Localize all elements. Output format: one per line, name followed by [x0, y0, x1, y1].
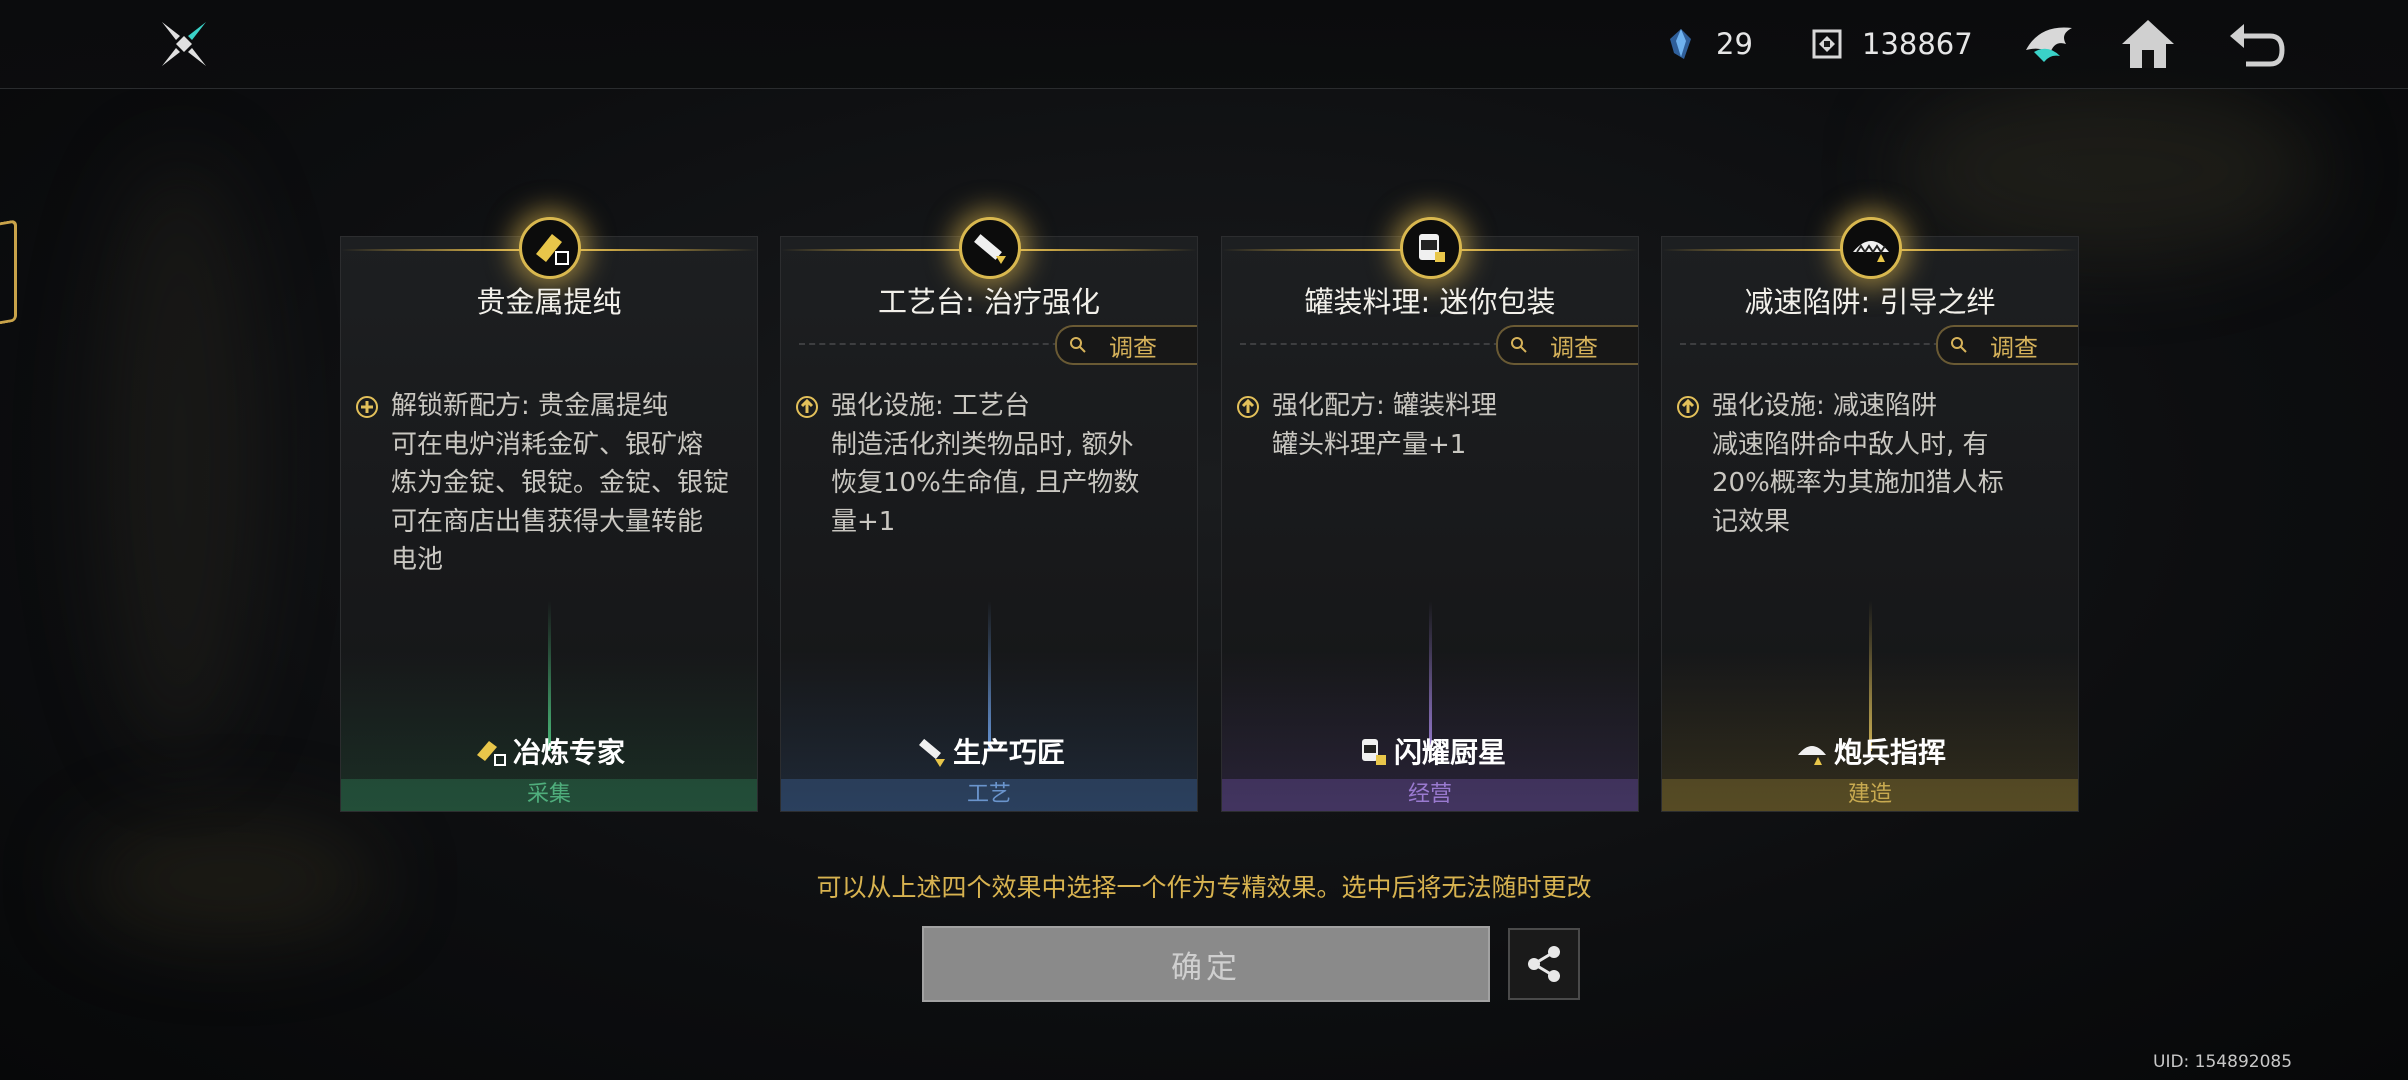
- inspect-label: 调查: [1550, 333, 1598, 362]
- specialization-card-smelting[interactable]: 贵金属提纯 解锁新配方: 贵金属提纯 可在电炉消耗金矿、银矿熔 炼为金锭、银锭。…: [340, 217, 758, 812]
- currency-icon: [1812, 29, 1842, 59]
- light-beam: [1429, 601, 1432, 751]
- canned-food-icon: [1419, 234, 1445, 262]
- smelter-icon: [476, 741, 506, 766]
- light-beam: [1869, 601, 1872, 751]
- category-label: 建造: [1662, 779, 2078, 811]
- craftsman-icon: [918, 738, 945, 767]
- share-icon: [1528, 946, 1560, 982]
- card-description: 强化设施: 工艺台 制造活化剂类物品时, 额外 恢复10%生命值, 且产物数 量…: [796, 387, 1191, 541]
- card-title: 减速陷阱: 引导之绊: [1744, 285, 1996, 319]
- inspect-label: 调查: [1990, 333, 2038, 362]
- role-label: 闪耀厨星: [1222, 731, 1638, 771]
- syringe-icon: [974, 234, 1006, 264]
- category-label: 经营: [1222, 779, 1638, 811]
- upgrade-arrow-icon: [1677, 396, 1699, 418]
- card-title: 工艺台: 治疗强化: [878, 285, 1100, 319]
- upgrade-arrow-icon: [796, 396, 818, 418]
- search-icon: [1951, 337, 1967, 353]
- card-title: 罐装料理: 迷你包装: [1304, 285, 1556, 319]
- desc-line: 恢复10%生命值, 且产物数: [831, 468, 1140, 498]
- divider: [1240, 343, 1510, 345]
- inspect-button[interactable]: 调查: [1055, 325, 1197, 365]
- back-icon[interactable]: [2226, 14, 2286, 74]
- desc-line: 强化配方: 罐装料理: [1272, 391, 1498, 421]
- desc-line: 可在商店出售获得大量转能: [391, 506, 704, 537]
- app-logo-icon[interactable]: [158, 18, 210, 70]
- divider: [1680, 343, 1950, 345]
- specialization-card-cooking[interactable]: 罐装料理: 迷你包装 调查 强化配方: 罐装料理 罐头料理产量+1 闪耀厨星 经…: [1221, 217, 1639, 812]
- plus-circle-icon: [356, 396, 378, 418]
- desc-line: 解锁新配方: 贵金属提纯: [391, 391, 669, 421]
- crystal-count: 29: [1716, 27, 1753, 61]
- desc-line: 制造活化剂类物品时, 额外: [831, 429, 1134, 460]
- card-description: 解锁新配方: 贵金属提纯 可在电炉消耗金矿、银矿熔 炼为金锭、银锭。金锭、银锭 …: [356, 387, 751, 580]
- category-label: 采集: [341, 779, 757, 811]
- selection-hint: 可以从上述四个效果中选择一个作为专精效果。选中后将无法随时更改: [816, 873, 1592, 902]
- desc-line: 减速陷阱命中敌人时, 有: [1712, 429, 1989, 460]
- upgrade-arrow-icon: [1237, 396, 1259, 418]
- card-medal: [519, 217, 581, 279]
- desc-line: 电池: [391, 545, 444, 575]
- home-icon[interactable]: [2118, 14, 2178, 74]
- trap-icon: [1853, 241, 1889, 262]
- currency-count: 138867: [1862, 27, 1973, 61]
- light-beam: [988, 601, 991, 751]
- inspect-label: 调查: [1109, 333, 1157, 362]
- top-bar: 29 138867: [0, 0, 2408, 89]
- role-label: 冶炼专家: [341, 731, 757, 771]
- card-description: 强化设施: 减速陷阱 减速陷阱命中敌人时, 有 20%概率为其施加猎人标 记效果: [1677, 387, 2072, 541]
- share-button[interactable]: [1508, 928, 1580, 1000]
- artillery-icon: [1797, 746, 1826, 765]
- divider: [799, 343, 1069, 345]
- card-title: 贵金属提纯: [476, 285, 622, 319]
- search-icon: [1511, 337, 1527, 353]
- card-medal: [1400, 217, 1462, 279]
- confirm-button[interactable]: 确定: [922, 926, 1490, 1002]
- card-medal: [1840, 217, 1902, 279]
- desc-line: 量+1: [831, 506, 896, 537]
- card-description: 强化配方: 罐装料理 罐头料理产量+1: [1237, 387, 1632, 464]
- role-label: 生产巧匠: [781, 731, 1197, 771]
- specialization-card-trap[interactable]: 减速陷阱: 引导之绊 调查 强化设施: 减速陷阱 减速陷阱命中敌人时, 有 20…: [1661, 217, 2079, 812]
- currency-counter: 138867: [1810, 22, 1973, 66]
- role-name: 生产巧匠: [952, 736, 1065, 769]
- light-beam: [548, 601, 551, 751]
- wolf-emblem-icon[interactable]: [2020, 14, 2080, 74]
- role-label: 炮兵指挥: [1662, 731, 2078, 771]
- search-icon: [1070, 337, 1086, 353]
- desc-line: 炼为金锭、银锭。金锭、银锭: [391, 468, 730, 498]
- specialization-card-crafting[interactable]: 工艺台: 治疗强化 调查 强化设施: 工艺台 制造活化剂类物品时, 额外 恢复1…: [780, 217, 1198, 812]
- role-name: 炮兵指挥: [1833, 736, 1946, 769]
- role-name: 闪耀厨星: [1393, 736, 1506, 769]
- confirm-label: 确定: [1171, 949, 1241, 986]
- inspect-button[interactable]: 调查: [1936, 325, 2078, 365]
- desc-line: 强化设施: 减速陷阱: [1712, 391, 1938, 421]
- category-label: 工艺: [781, 779, 1197, 811]
- side-drawer-tab[interactable]: [0, 219, 17, 327]
- inspect-button[interactable]: 调查: [1496, 325, 1638, 365]
- role-name: 冶炼专家: [512, 736, 625, 769]
- gold-ingot-icon: [536, 234, 569, 265]
- crystal-counter: 29: [1664, 22, 1753, 66]
- desc-line: 罐头料理产量+1: [1272, 429, 1467, 460]
- crystal-icon: [1670, 29, 1691, 59]
- uid-label: UID: 154892085: [2153, 1052, 2293, 1072]
- chef-icon: [1361, 739, 1386, 765]
- card-medal: [959, 217, 1021, 279]
- desc-line: 可在电炉消耗金矿、银矿熔: [391, 429, 704, 460]
- desc-line: 强化设施: 工艺台: [831, 391, 1031, 421]
- desc-line: 20%概率为其施加猎人标: [1712, 468, 2004, 498]
- desc-line: 记效果: [1712, 506, 1791, 537]
